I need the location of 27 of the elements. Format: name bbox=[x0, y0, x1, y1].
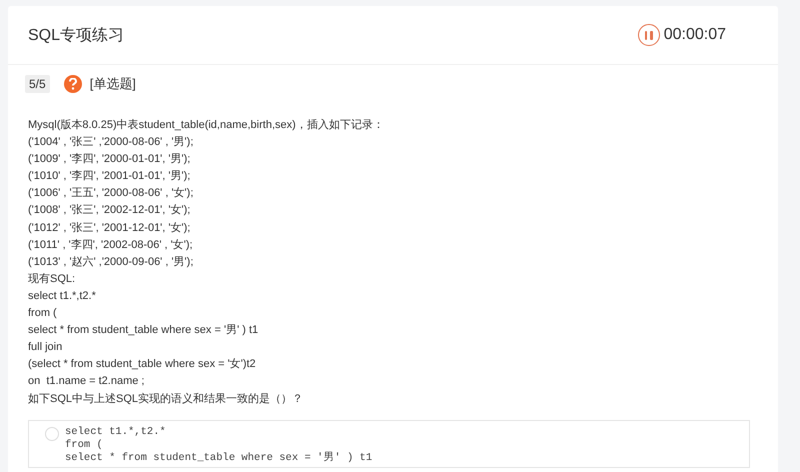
question-text: ('1008' , '张三', '2002-12-01', '女'); bbox=[28, 203, 192, 218]
radio-button[interactable] bbox=[45, 426, 59, 441]
question-text: ('1009' , '李四', '2000-01-01', '男'); bbox=[28, 152, 192, 168]
question-text: Mysql(版本8.0.25)中表student_table(id,name,birth,sex)，插入如下记录： bbox=[28, 118, 385, 133]
code-line: select * from student_table where sex = '男' ) t1 bbox=[65, 452, 372, 465]
pause-icon[interactable] bbox=[638, 24, 660, 46]
code-line: select t1.*,t2.* bbox=[65, 426, 167, 439]
question-text: from ( bbox=[28, 306, 58, 322]
page-title: SQL专项练习 bbox=[28, 26, 124, 46]
question-text: 如下SQL中与上述SQL实现的语义和结果一致的是（）？ bbox=[28, 392, 304, 406]
question-text: ('1010' , '李四', '2001-01-01', '男'); bbox=[28, 169, 192, 184]
help-icon bbox=[64, 75, 82, 93]
question-type: [单选题] bbox=[90, 75, 136, 93]
code-line: from ( bbox=[65, 438, 104, 452]
timer: 00:00:07 bbox=[664, 26, 726, 44]
question-text: full join bbox=[28, 340, 64, 356]
answer-option[interactable]: select t1.*,t2.* from ( select * from student_table where sex = '男' ) t1 bbox=[28, 420, 750, 468]
question-text: ('1011' , '李四', '2002-08-06' , '女'); bbox=[28, 238, 194, 253]
question-text: select * from student_table where sex = '男' ) t1 bbox=[28, 323, 260, 338]
question-text: 现有SQL: bbox=[28, 272, 76, 287]
question-text: ('1013' , '赵六' ,'2000-09-06' , '男'); bbox=[28, 254, 194, 270]
question-text: ('1012' , '张三', '2001-12-01', '女'); bbox=[28, 220, 192, 236]
question-text: ('1004' , '张三' ,'2000-08-06' , '男'); bbox=[28, 135, 194, 150]
question-text: on t1.name = t2.name ; bbox=[28, 374, 146, 390]
question-text: select t1.*,t2.* bbox=[28, 288, 97, 304]
question-text: ('1006' , '王五', '2000-08-06' , '女'); bbox=[28, 186, 194, 202]
question-text: (select * from student_table where sex = '女')t2 bbox=[28, 357, 257, 372]
